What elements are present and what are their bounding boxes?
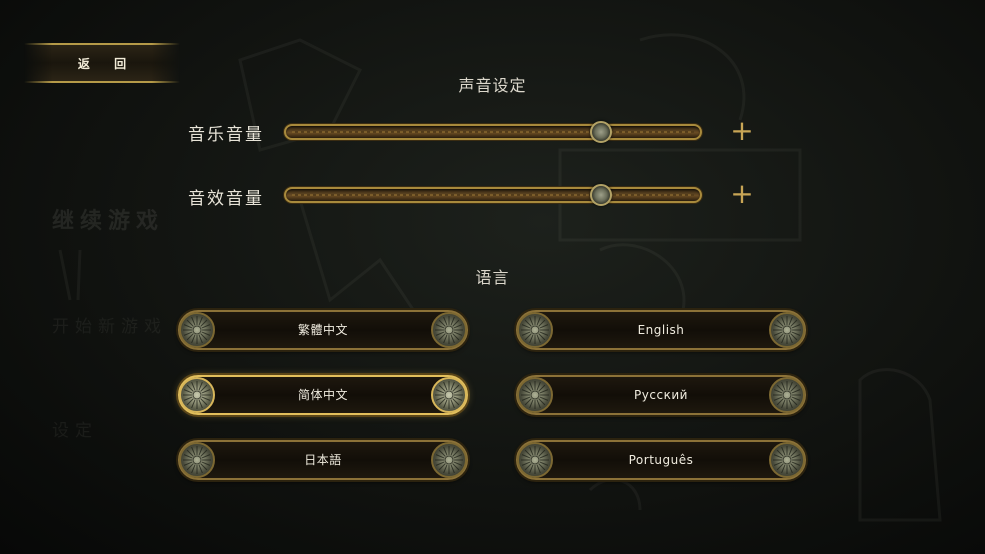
bg-menu-settings: 设定 <box>52 421 98 441</box>
sunburst-icon <box>773 316 801 344</box>
sunburst-icon <box>773 446 801 474</box>
sunburst-icon <box>183 446 211 474</box>
sunburst-icon <box>521 316 549 344</box>
medallion-icon <box>769 312 805 348</box>
medallion-icon <box>517 442 553 478</box>
medallion-icon <box>769 442 805 478</box>
language-option-simplified-chinese[interactable]: 简体中文 <box>178 375 468 415</box>
medallion-icon <box>769 377 805 413</box>
back-button-label: 返 回 <box>77 56 137 71</box>
sfx-volume-knob[interactable] <box>589 184 612 206</box>
language-option-english[interactable]: English <box>516 310 806 350</box>
sunburst-icon <box>435 381 463 409</box>
medallion-icon <box>431 312 467 348</box>
sunburst-icon <box>183 316 211 344</box>
music-volume-label: 音乐音量 <box>188 125 264 145</box>
medallion-icon <box>431 442 467 478</box>
music-volume-slider[interactable] <box>284 121 702 143</box>
medallion-icon <box>517 377 553 413</box>
sunburst-icon <box>183 381 211 409</box>
slider-track <box>292 131 694 133</box>
music-volume-knob[interactable] <box>589 121 612 143</box>
sunburst-icon <box>521 381 549 409</box>
bg-menu-new-game: 开始新游戏 <box>52 317 167 337</box>
music-volume-plus-button[interactable]: + <box>730 117 754 145</box>
sfx-volume-plus-button[interactable]: + <box>730 180 754 208</box>
medallion-icon <box>517 312 553 348</box>
medallion-icon <box>179 377 215 413</box>
language-option-label: 繁體中文 <box>297 323 348 337</box>
sunburst-icon <box>521 446 549 474</box>
sunburst-icon <box>435 446 463 474</box>
settings-screen: 继续游戏 开始新游戏 设定 返 回 声音设定 音乐音量 + 音效音量 + 语言 … <box>0 0 985 554</box>
sunburst-icon <box>773 381 801 409</box>
language-option-label: Русский <box>634 388 688 402</box>
language-option-label: 日本語 <box>304 453 342 467</box>
language-option-label: English <box>637 323 685 337</box>
sound-settings-heading: 声音设定 <box>458 76 527 95</box>
language-heading: 语言 <box>475 268 510 287</box>
language-option-japanese[interactable]: 日本語 <box>178 440 468 480</box>
language-option-portuguese[interactable]: Português <box>516 440 806 480</box>
medallion-icon <box>179 312 215 348</box>
language-option-label: 简体中文 <box>297 388 348 402</box>
language-option-label: Português <box>628 453 694 467</box>
bg-menu-continue: 继续游戏 <box>52 209 165 234</box>
sunburst-icon <box>435 316 463 344</box>
sfx-volume-slider[interactable] <box>284 184 702 206</box>
language-option-russian[interactable]: Русский <box>516 375 806 415</box>
sfx-volume-label: 音效音量 <box>188 189 264 209</box>
medallion-icon <box>179 442 215 478</box>
slider-track <box>292 194 694 196</box>
language-option-traditional-chinese[interactable]: 繁體中文 <box>178 310 468 350</box>
medallion-icon <box>431 377 467 413</box>
